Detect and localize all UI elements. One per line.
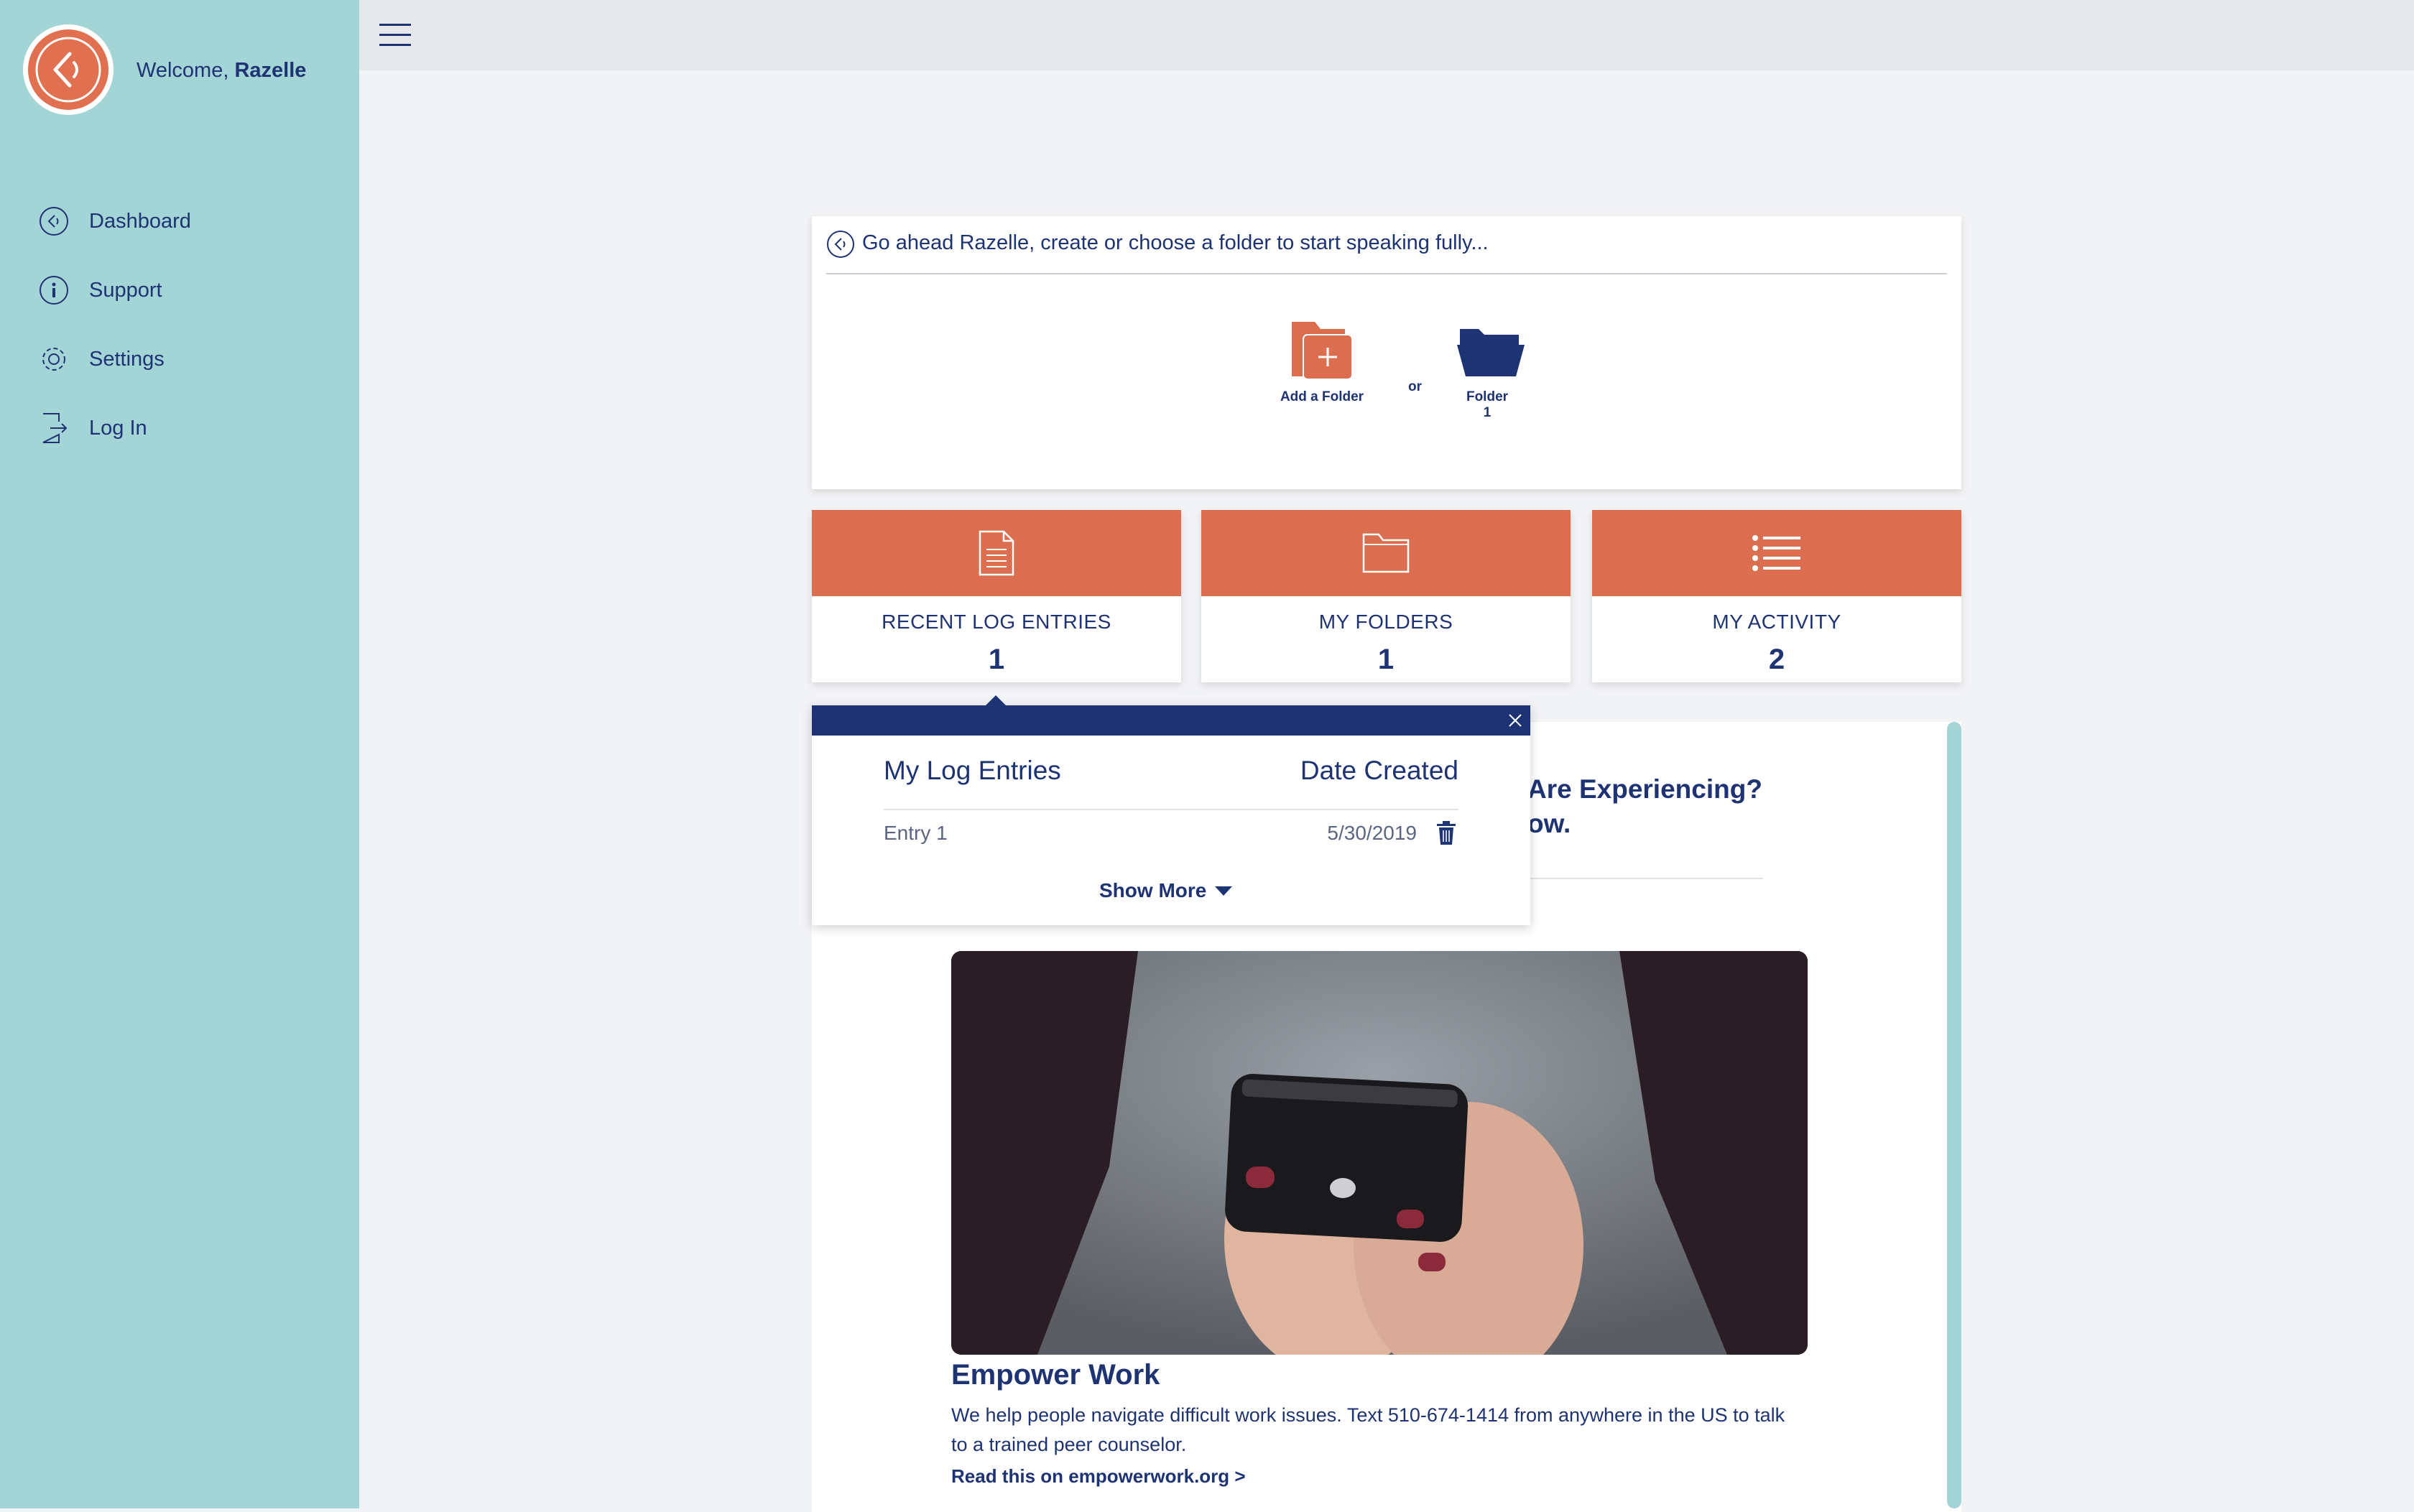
popover-arrow: [986, 695, 1006, 705]
stat-recent-log-entries[interactable]: RECENT LOG ENTRIES 1: [812, 510, 1181, 682]
sidebar-item-support[interactable]: Support: [37, 269, 339, 312]
article-photo: [951, 951, 1808, 1355]
sidebar-item-label: Settings: [89, 347, 165, 371]
welcome-text: Welcome, Razelle: [137, 59, 307, 82]
sidebar-item-settings[interactable]: Settings: [37, 338, 339, 381]
divider: [884, 809, 1458, 810]
log-entry-date: 5/30/2019: [1327, 822, 1417, 844]
top-bar: [359, 0, 2414, 70]
trash-icon[interactable]: [1435, 820, 1457, 846]
stat-band: [1592, 510, 1961, 596]
user-name: Razelle: [234, 59, 307, 82]
info-icon: [37, 274, 70, 307]
stat-value: 2: [1768, 644, 1785, 675]
sidebar-item-login[interactable]: Log In: [37, 407, 339, 450]
login-door-icon: [37, 412, 70, 445]
stat-band: [812, 510, 1181, 596]
show-more-label: Show More: [1099, 879, 1207, 901]
folder-prompt: Go ahead Razelle, create or choose a fol…: [862, 231, 1489, 254]
article-link[interactable]: Read this on empowerwork.org >: [951, 1465, 1246, 1488]
folder-1-button[interactable]: Folder 1: [1444, 320, 1530, 421]
stat-value: 1: [988, 644, 1005, 675]
stat-label: RECENT LOG ENTRIES: [882, 611, 1111, 633]
folder-chooser-card: [812, 216, 1961, 489]
show-more-button[interactable]: Show More: [1099, 879, 1234, 902]
resources-heading: Are Experiencing? ow.: [1527, 774, 1762, 838]
stat-label: MY FOLDERS: [1318, 611, 1453, 633]
scrollbar[interactable]: [1947, 722, 1961, 1508]
column-header-date: Date Created: [1300, 756, 1458, 785]
back-circle-icon: [826, 230, 855, 259]
add-folder-button[interactable]: Add a Folder: [1272, 316, 1372, 405]
article-title[interactable]: Empower Work: [951, 1359, 1160, 1391]
sidebar-item-label: Log In: [89, 416, 147, 440]
app-logo[interactable]: [23, 24, 114, 115]
document-icon: [979, 530, 1014, 576]
sidebar-item-label: Dashboard: [89, 209, 191, 233]
stat-label: MY ACTIVITY: [1712, 611, 1841, 633]
folder-number: 1: [1483, 405, 1492, 420]
or-text: or: [1408, 379, 1422, 394]
folder-open-icon: [1457, 329, 1525, 376]
folder-outline-icon: [1362, 533, 1410, 573]
close-icon[interactable]: [1504, 710, 1526, 731]
log-entry-name[interactable]: Entry 1: [884, 822, 948, 845]
divider: [826, 273, 1947, 274]
stat-value: 1: [1377, 644, 1395, 675]
logo-voice-icon: [35, 37, 101, 103]
gear-icon: [37, 343, 70, 376]
stat-my-activity[interactable]: MY ACTIVITY 2: [1592, 510, 1961, 682]
stat-my-folders[interactable]: MY FOLDERS 1: [1201, 510, 1571, 682]
back-circle-icon: [37, 205, 70, 238]
caret-down-icon: [1215, 886, 1233, 896]
sidebar-item-label: Support: [89, 278, 162, 302]
list-icon: [1752, 535, 1800, 571]
stat-band: [1201, 510, 1571, 596]
hamburger-icon[interactable]: [379, 22, 411, 49]
folder-name: Folder: [1466, 389, 1509, 404]
article-body: We help people navigate difficult work i…: [951, 1404, 1785, 1455]
column-header-entries: My Log Entries: [884, 756, 1061, 785]
sidebar-item-dashboard[interactable]: Dashboard: [37, 200, 339, 243]
divider: [1527, 878, 1763, 879]
add-folder-icon: [1292, 322, 1353, 380]
popover-header-bar: [812, 705, 1530, 736]
add-folder-label: Add a Folder: [1280, 389, 1364, 404]
